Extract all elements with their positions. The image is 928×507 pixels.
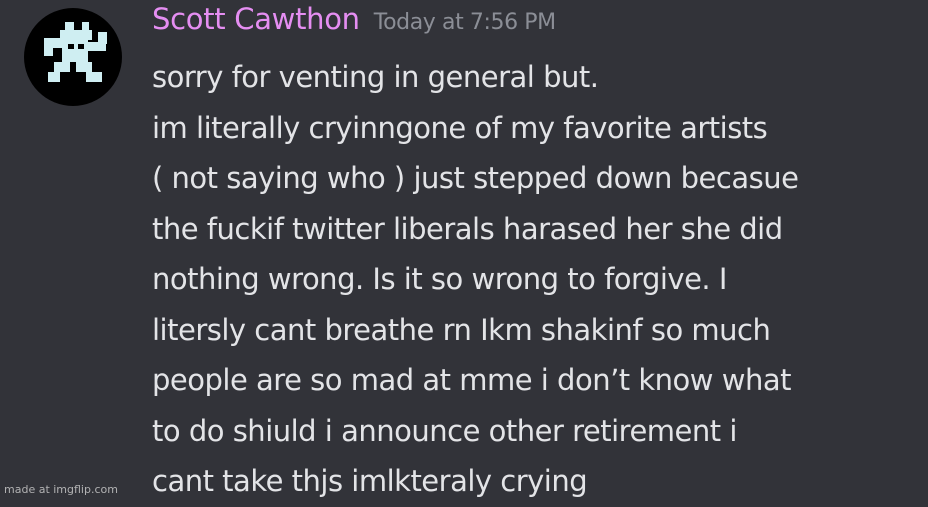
- message-header: Scott Cawthon Today at 7:56 PM: [152, 2, 556, 42]
- message-body: sorry for venting in general but. im lit…: [152, 52, 922, 507]
- watermark: made at imgflip.com: [4, 483, 118, 496]
- chat-message: Scott Cawthon Today at 7:56 PM sorry for …: [0, 0, 928, 499]
- avatar[interactable]: [24, 8, 122, 106]
- message-line: litersly cant breathe rn Ikm shakinf so …: [152, 312, 771, 347]
- message-line: to do shiuld i announce other retirement…: [152, 413, 737, 448]
- pixel-character-icon: [44, 22, 107, 82]
- username[interactable]: Scott Cawthon: [152, 2, 360, 36]
- message-line: im literally cryinngone of my favorite a…: [152, 110, 768, 145]
- message-line: sorry for venting in general but.: [152, 60, 599, 94]
- message-line: nothing wrong. Is it so wrong to forgive…: [152, 262, 727, 296]
- message-line: people are so mad at mme i don’t know wh…: [152, 363, 791, 397]
- message-line: the fuckif twitter liberals harased her …: [152, 211, 783, 246]
- message-line: ( not saying who ) just stepped down bec…: [152, 161, 799, 195]
- message-timestamp[interactable]: Today at 7:56 PM: [374, 10, 556, 35]
